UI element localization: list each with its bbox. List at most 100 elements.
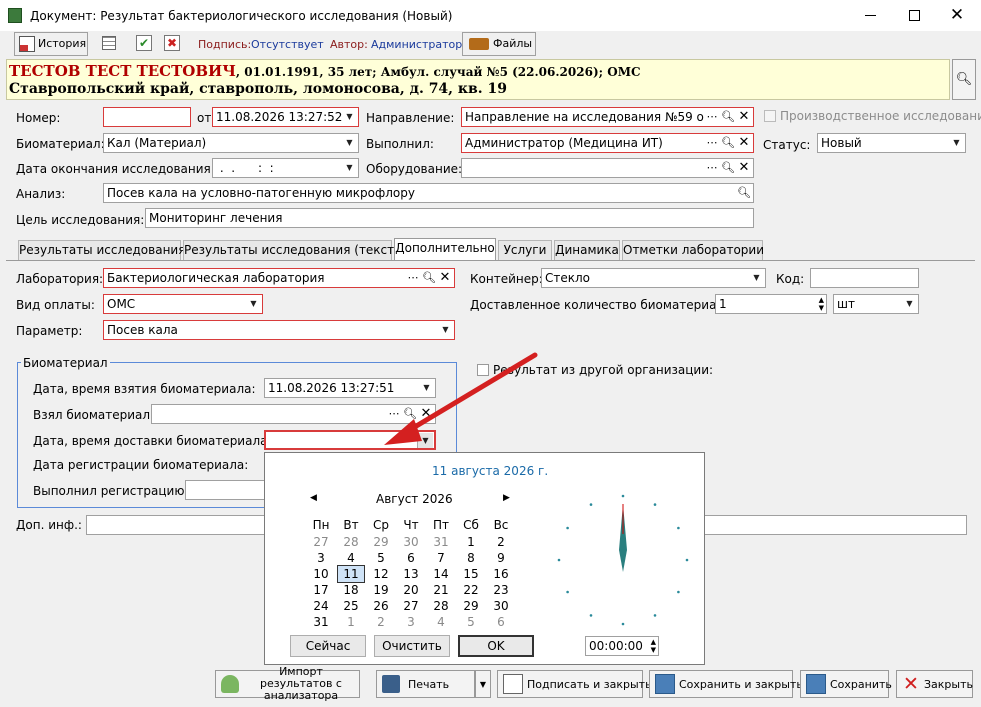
calendar-day[interactable]: 25 xyxy=(338,598,364,614)
container-select[interactable]: Стекло ▼ xyxy=(541,268,766,288)
more-icon[interactable]: ⋯ xyxy=(704,135,720,151)
more-icon[interactable]: ⋯ xyxy=(704,109,720,125)
number-input[interactable] xyxy=(103,107,191,127)
calendar-day[interactable]: 28 xyxy=(338,534,364,550)
calendar-month-title[interactable]: Август 2026 xyxy=(376,491,453,507)
calendar-day[interactable]: 23 xyxy=(488,582,514,598)
calendar-day[interactable]: 22 xyxy=(458,582,484,598)
calendar-day[interactable]: 14 xyxy=(428,566,454,582)
calendar-day[interactable]: 19 xyxy=(368,582,394,598)
calendar-day[interactable]: 2 xyxy=(368,614,394,630)
clear-icon[interactable]: ✕ xyxy=(437,270,453,286)
from-datetime-input[interactable]: 11.08.2026 13:27:52 ▼ xyxy=(212,107,359,127)
calendar-day[interactable]: 31 xyxy=(308,614,334,630)
author-link[interactable]: Администратор xyxy=(371,37,462,53)
chevron-down-icon[interactable]: ▼ xyxy=(438,322,453,338)
biomaterial-select[interactable]: Кал (Материал) ▼ xyxy=(103,133,359,153)
patient-search-button[interactable]: 🔍︎ xyxy=(952,59,976,100)
tab-results-text[interactable]: Результаты исследования (текст) xyxy=(183,240,399,260)
sign-status-link[interactable]: Отсутствует xyxy=(251,37,324,53)
calendar-day[interactable]: 20 xyxy=(398,582,424,598)
chevron-down-icon[interactable]: ▼ xyxy=(342,160,357,176)
calendar-date-title[interactable]: 11 августа 2026 г. xyxy=(432,463,548,479)
direction-input[interactable]: Направление на исследования №59 от 11 ⋯ 🔍… xyxy=(461,107,754,127)
calendar-day[interactable]: 6 xyxy=(398,550,424,566)
time-stepper[interactable]: 00:00:00 ▲ ▼ xyxy=(585,636,659,656)
calendar-day[interactable]: 9 xyxy=(488,550,514,566)
search-icon[interactable]: 🔍︎ xyxy=(720,160,736,176)
now-button[interactable]: Сейчас xyxy=(290,635,366,657)
tab-dynamics[interactable]: Динамика xyxy=(554,240,620,260)
close-icon[interactable]: ✕ xyxy=(942,0,972,31)
goal-input[interactable]: Мониторинг лечения xyxy=(145,208,754,228)
calendar-day[interactable]: 5 xyxy=(458,614,484,630)
analysis-input[interactable]: Посев кала на условно-патогенную микрофл… xyxy=(103,183,754,203)
search-icon[interactable]: 🔍︎ xyxy=(421,270,437,286)
calendar-day[interactable]: 13 xyxy=(398,566,424,582)
print-dropdown-button[interactable]: ▼ xyxy=(475,670,491,698)
search-icon[interactable]: 🔍︎ xyxy=(720,135,736,151)
calendar-day[interactable]: 4 xyxy=(428,614,454,630)
minimize-icon[interactable] xyxy=(856,0,886,31)
delivered-quantity-stepper[interactable]: 1 ▲ ▼ xyxy=(715,294,827,314)
calendar-day[interactable]: 3 xyxy=(398,614,424,630)
calendar-day[interactable]: 8 xyxy=(458,550,484,566)
stepper-arrows-icon[interactable]: ▲ ▼ xyxy=(651,638,656,654)
save-button[interactable]: Сохранить xyxy=(800,670,892,698)
performer-input[interactable]: Администратор (Медицина ИТ) ⋯ 🔍︎ ✕ xyxy=(461,133,754,153)
calendar-day[interactable]: 2 xyxy=(488,534,514,550)
close-button[interactable]: ✕ Закрыть xyxy=(896,670,973,698)
history-button[interactable]: История xyxy=(14,32,88,56)
reg-by-input[interactable] xyxy=(185,480,270,500)
save-close-button[interactable]: Сохранить и закрыть xyxy=(649,670,803,698)
clear-icon[interactable]: ✕ xyxy=(736,135,752,151)
calendar-day[interactable]: 31 xyxy=(428,534,454,550)
calendar-day[interactable]: 6 xyxy=(488,614,514,630)
chevron-down-icon[interactable]: ▼ xyxy=(342,135,357,151)
calendar-day[interactable]: 12 xyxy=(368,566,394,582)
calendar-day[interactable]: 1 xyxy=(338,614,364,630)
files-button[interactable]: Файлы xyxy=(462,32,536,56)
calendar-day[interactable]: 1 xyxy=(458,534,484,550)
print-button[interactable]: Печать xyxy=(376,670,475,698)
clear-icon[interactable]: ✕ xyxy=(736,160,752,176)
calendar-day[interactable]: 28 xyxy=(428,598,454,614)
next-month-icon[interactable]: ▶ xyxy=(503,493,510,503)
calendar-day-selected[interactable]: 11 xyxy=(337,565,365,583)
calendar-day[interactable]: 4 xyxy=(338,550,364,566)
calendar-day[interactable]: 29 xyxy=(458,598,484,614)
calendar-day[interactable]: 27 xyxy=(398,598,424,614)
calendar-day[interactable]: 18 xyxy=(338,582,364,598)
calendar-day[interactable]: 30 xyxy=(488,598,514,614)
tab-results[interactable]: Результаты исследования xyxy=(18,240,185,260)
chevron-down-icon[interactable]: ▼ xyxy=(902,296,917,312)
enddate-input[interactable]: . . : : ▼ xyxy=(212,158,359,178)
tab-lab-marks[interactable]: Отметки лаборатории xyxy=(622,240,764,260)
stepper-arrows-icon[interactable]: ▲ ▼ xyxy=(819,296,824,312)
sign-check-icon[interactable]: ✔ xyxy=(136,35,152,51)
calendar-day[interactable]: 17 xyxy=(308,582,334,598)
chevron-down-icon[interactable]: ▼ xyxy=(749,270,764,286)
search-icon[interactable]: 🔍︎ xyxy=(720,109,736,125)
calendar-day[interactable]: 16 xyxy=(488,566,514,582)
unsign-icon[interactable]: ✖ xyxy=(164,35,180,51)
chevron-down-icon[interactable]: ▼ xyxy=(342,109,357,125)
maximize-icon[interactable] xyxy=(900,0,930,31)
calendar-day[interactable]: 15 xyxy=(458,566,484,582)
import-button[interactable]: Импорт результатов с анализатора xyxy=(215,666,360,702)
more-icon[interactable]: ⋯ xyxy=(704,160,720,176)
clear-button[interactable]: Очистить xyxy=(374,635,450,657)
calendar-day[interactable]: 7 xyxy=(428,550,454,566)
prev-month-icon[interactable]: ◀ xyxy=(310,493,317,503)
production-checkbox[interactable] xyxy=(764,110,776,122)
ok-button[interactable]: OK xyxy=(458,635,534,657)
status-select[interactable]: Новый ▼ xyxy=(817,133,966,153)
more-icon[interactable]: ⋯ xyxy=(405,270,421,286)
calendar-day[interactable]: 21 xyxy=(428,582,454,598)
chevron-down-icon[interactable]: ▼ xyxy=(246,296,261,312)
calendar-day[interactable]: 27 xyxy=(308,534,334,550)
calendar-day[interactable]: 30 xyxy=(398,534,424,550)
calendar-day[interactable]: 29 xyxy=(368,534,394,550)
code-input[interactable] xyxy=(810,268,919,288)
tab-additional[interactable]: Дополнительно xyxy=(394,238,496,261)
